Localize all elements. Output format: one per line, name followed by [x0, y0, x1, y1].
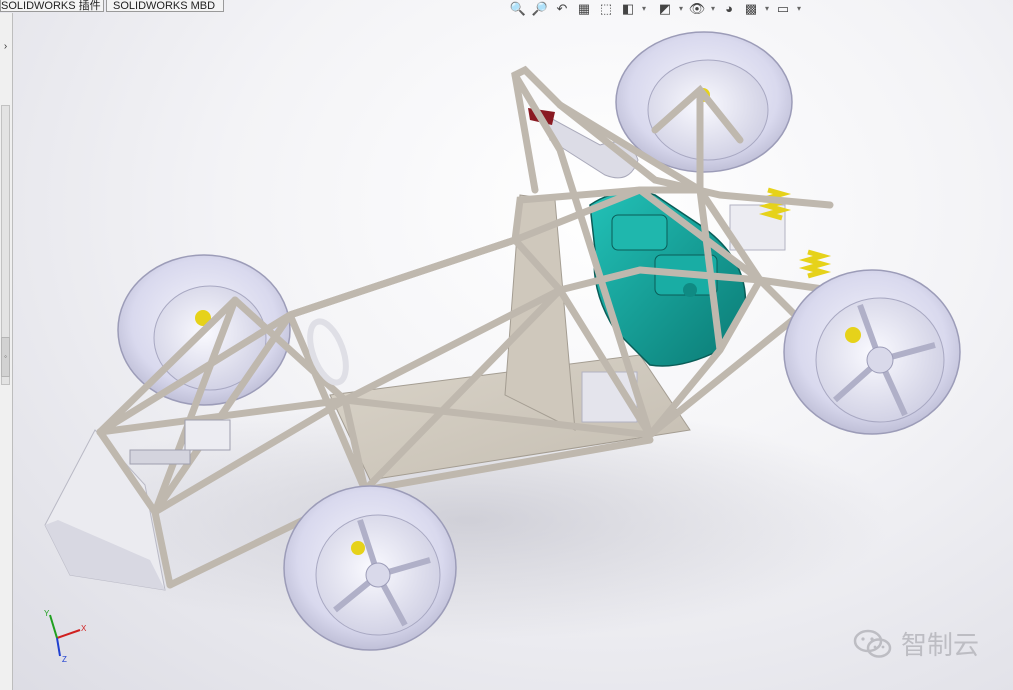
pin-icon: ◦	[4, 352, 7, 361]
zoom-to-fit-icon[interactable]: 🔍	[508, 0, 528, 17]
chevron-down-icon[interactable]: ▾	[709, 0, 717, 17]
watermark-text: 智制云	[900, 631, 979, 661]
command-manager-tabs: SOLIDWORKS 插件 SOLIDWORKS MBD	[0, 0, 224, 13]
section-view-icon[interactable]: ▦	[574, 0, 594, 17]
display-style-icon[interactable]: ◩	[655, 0, 675, 17]
hide-show-items-icon[interactable]: 👁	[687, 0, 707, 17]
wechat-icon	[853, 629, 892, 658]
zoom-to-area-icon[interactable]: 🔎	[530, 0, 550, 17]
triad-x-label: X	[81, 624, 87, 633]
chevron-down-icon[interactable]: ▾	[795, 0, 803, 17]
front-steering-rack	[129, 449, 191, 465]
pedal-box	[184, 419, 231, 451]
expand-panel-icon[interactable]: ›	[0, 41, 11, 53]
triad-y-label: Y	[44, 609, 50, 618]
panel-splitter-handle[interactable]: ◦	[1, 337, 10, 377]
rear-right-wheel[interactable]	[783, 269, 961, 435]
view-selector-icon[interactable]: ⬚	[596, 0, 616, 17]
feature-manager-strip: › ◦	[0, 13, 13, 690]
watermark: 智制云	[853, 625, 979, 662]
chevron-down-icon[interactable]: ▾	[677, 0, 685, 17]
apply-scene-icon[interactable]: ▩	[741, 0, 761, 17]
tab-solidworks-mbd[interactable]: SOLIDWORKS MBD	[106, 0, 224, 12]
edit-appearance-icon[interactable]: ◕	[719, 0, 739, 17]
heads-up-view-toolbar: 🔍 🔎 ↶ ▦ ⬚ ◧ ▾ ◩ ▾ 👁 ▾ ◕ ▩ ▾ ▭ ▾	[508, 0, 803, 17]
view-settings-icon[interactable]: ▭	[773, 0, 793, 17]
front-right-wheel[interactable]	[283, 485, 457, 651]
triad-z-label: Z	[62, 655, 67, 664]
view-orientation-icon[interactable]: ◧	[618, 0, 638, 17]
steering-wheel	[307, 318, 349, 386]
model-viewport[interactable]: X Y Z	[0, 0, 1013, 690]
chevron-down-icon[interactable]: ▾	[640, 0, 648, 17]
chevron-down-icon[interactable]: ▾	[763, 0, 771, 17]
tab-solidworks-addins[interactable]: SOLIDWORKS 插件	[0, 0, 104, 12]
previous-view-icon[interactable]: ↶	[552, 0, 572, 17]
coordinate-triad: X Y Z	[44, 609, 87, 664]
